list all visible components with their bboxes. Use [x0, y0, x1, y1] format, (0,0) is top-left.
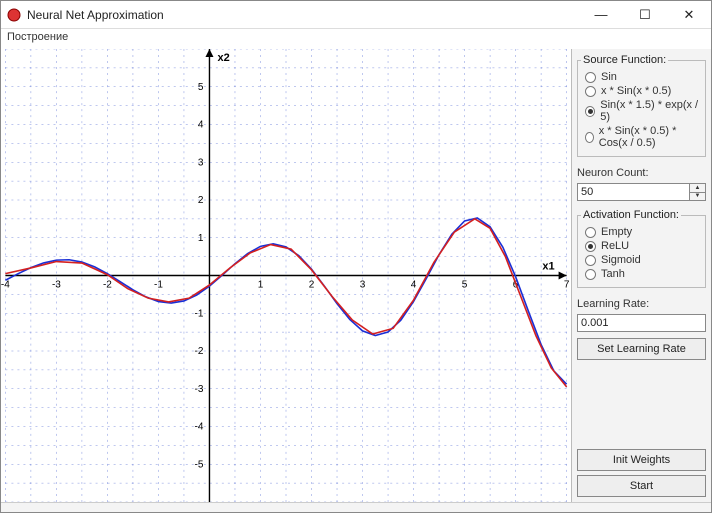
svg-text:-2: -2	[103, 280, 112, 291]
close-button[interactable]: ✕	[667, 1, 711, 28]
svg-text:-3: -3	[52, 280, 61, 291]
menu-item-build[interactable]: Построение	[7, 31, 68, 43]
app-window: Neural Net Approximation — ☐ ✕ Построени…	[0, 0, 712, 513]
svg-text:-3: -3	[195, 384, 204, 395]
radio-icon[interactable]	[585, 227, 596, 238]
source-function-option[interactable]: x * Sin(x * 0.5) * Cos(x / 0.5)	[585, 125, 702, 149]
content-area: -4-3-2-11234567-5-4-3-2-112345x1x2 Sourc…	[1, 49, 711, 502]
activation-option-label: ReLU	[601, 240, 629, 252]
radio-icon[interactable]	[585, 86, 596, 97]
init-weights-button[interactable]: Init Weights	[577, 449, 706, 471]
neuron-count-spinner[interactable]: ▲ ▼	[690, 183, 706, 201]
radio-icon[interactable]	[585, 72, 596, 83]
svg-text:7: 7	[564, 280, 570, 291]
source-function-option[interactable]: Sin(x * 1.5) * exp(x / 5)	[585, 99, 702, 123]
source-function-option[interactable]: x * Sin(x * 0.5)	[585, 85, 702, 97]
activation-option[interactable]: ReLU	[585, 240, 702, 252]
svg-text:1: 1	[198, 233, 204, 244]
radio-icon[interactable]	[585, 255, 596, 266]
svg-text:x2: x2	[217, 52, 229, 64]
svg-text:-4: -4	[1, 280, 10, 291]
activation-option[interactable]: Tanh	[585, 268, 702, 280]
svg-text:5: 5	[462, 280, 468, 291]
learning-rate-label: Learning Rate:	[577, 298, 706, 310]
activation-option[interactable]: Sigmoid	[585, 254, 702, 266]
statusbar	[1, 502, 711, 512]
svg-text:5: 5	[198, 82, 204, 93]
source-function-option-label: Sin	[601, 71, 617, 83]
start-button[interactable]: Start	[577, 475, 706, 497]
source-function-label: Source Function:	[581, 54, 668, 66]
svg-text:-4: -4	[195, 422, 204, 433]
titlebar[interactable]: Neural Net Approximation — ☐ ✕	[1, 1, 711, 29]
svg-text:3: 3	[360, 280, 366, 291]
svg-text:2: 2	[198, 195, 204, 206]
window-title: Neural Net Approximation	[27, 8, 579, 22]
source-function-option-label: Sin(x * 1.5) * exp(x / 5)	[600, 99, 702, 123]
svg-text:-1: -1	[195, 308, 204, 319]
svg-text:4: 4	[411, 280, 417, 291]
chevron-down-icon[interactable]: ▼	[690, 192, 705, 201]
radio-icon[interactable]	[585, 269, 596, 280]
activation-option-label: Empty	[601, 226, 632, 238]
app-icon	[7, 8, 21, 22]
learning-rate-row: 0.001	[577, 314, 706, 332]
window-controls: — ☐ ✕	[579, 1, 711, 28]
svg-text:-5: -5	[195, 459, 204, 470]
menubar: Построение	[1, 29, 711, 49]
side-panel: Source Function: Sin x * Sin(x * 0.5) Sin(…	[571, 49, 711, 502]
activation-option[interactable]: Empty	[585, 226, 702, 238]
svg-text:-1: -1	[154, 280, 163, 291]
svg-text:4: 4	[198, 120, 204, 131]
activation-option-label: Sigmoid	[601, 254, 641, 266]
source-function-group: Source Function: Sin x * Sin(x * 0.5) Sin(…	[577, 54, 706, 157]
svg-text:3: 3	[198, 157, 204, 168]
set-learning-rate-button[interactable]: Set Learning Rate	[577, 338, 706, 360]
minimize-button[interactable]: —	[579, 1, 623, 28]
svg-text:-2: -2	[195, 346, 204, 357]
radio-icon[interactable]	[585, 132, 594, 143]
svg-text:2: 2	[309, 280, 315, 291]
activation-label: Activation Function:	[581, 209, 681, 221]
svg-text:x1: x1	[542, 260, 554, 272]
activation-group: Activation Function: Empty ReLU Sigmoid Tan…	[577, 209, 706, 288]
source-function-option-label: x * Sin(x * 0.5)	[601, 85, 671, 97]
source-function-option[interactable]: Sin	[585, 71, 702, 83]
learning-rate-input[interactable]: 0.001	[577, 314, 706, 332]
maximize-button[interactable]: ☐	[623, 1, 667, 28]
svg-text:1: 1	[258, 280, 264, 291]
activation-option-label: Tanh	[601, 268, 625, 280]
neuron-count-label: Neuron Count:	[577, 167, 706, 179]
neuron-count-row: 50 ▲ ▼	[577, 183, 706, 201]
plot-area[interactable]: -4-3-2-11234567-5-4-3-2-112345x1x2	[1, 49, 571, 502]
chevron-up-icon[interactable]: ▲	[690, 184, 705, 192]
chart: -4-3-2-11234567-5-4-3-2-112345x1x2	[1, 49, 571, 502]
radio-icon[interactable]	[585, 241, 596, 252]
radio-icon[interactable]	[585, 106, 595, 117]
source-function-option-label: x * Sin(x * 0.5) * Cos(x / 0.5)	[599, 125, 702, 149]
neuron-count-input[interactable]: 50	[577, 183, 690, 201]
